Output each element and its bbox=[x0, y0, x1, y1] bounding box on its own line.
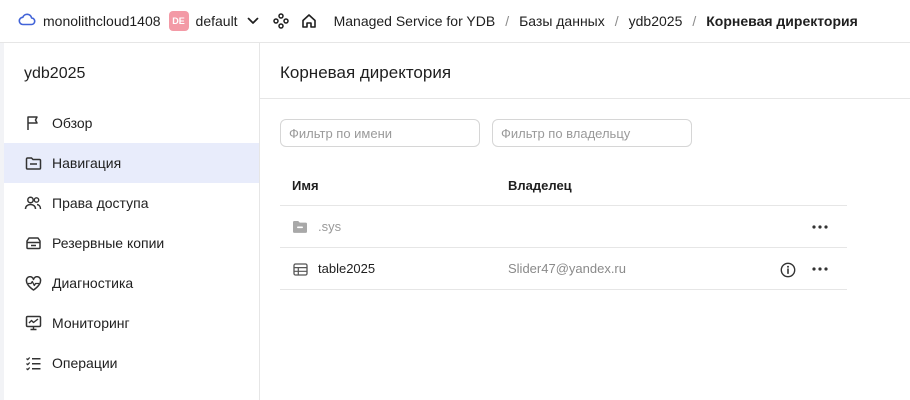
sidebar-nav: Обзор Навигация Права доступа Резервные … bbox=[4, 103, 259, 383]
column-header-name[interactable]: Имя bbox=[292, 178, 319, 193]
folder-badge: DE bbox=[168, 11, 189, 31]
page-title: Корневая директория bbox=[280, 63, 452, 82]
sidebar-item-label: Резервные копии bbox=[52, 235, 165, 251]
breadcrumb-item-databases[interactable]: Базы данных bbox=[519, 13, 605, 29]
sidebar-item-label: Мониторинг bbox=[52, 315, 130, 331]
sidebar-item-monitoring[interactable]: Мониторинг bbox=[4, 303, 259, 343]
filter-name-input[interactable] bbox=[280, 119, 480, 147]
sidebar-item-label: Диагностика bbox=[52, 275, 134, 291]
sidebar-item-label: Обзор bbox=[52, 115, 93, 131]
table-header: Имя Владелец bbox=[280, 165, 847, 206]
sidebar-item-backups[interactable]: Резервные копии bbox=[4, 223, 259, 263]
folder-icon bbox=[24, 154, 42, 172]
filter-owner-input[interactable] bbox=[492, 119, 692, 147]
chevron-down-icon[interactable] bbox=[247, 17, 259, 25]
sidebar-item-overview[interactable]: Обзор bbox=[4, 103, 259, 143]
sidebar-item-label: Права доступа bbox=[52, 195, 149, 211]
flag-icon bbox=[24, 114, 42, 132]
breadcrumb-separator: / bbox=[614, 13, 619, 29]
sidebar-item-navigation[interactable]: Навигация bbox=[4, 143, 259, 183]
breadcrumb-separator: / bbox=[505, 13, 510, 29]
breadcrumb-separator: / bbox=[692, 13, 697, 29]
services-icon[interactable] bbox=[272, 13, 289, 29]
more-actions-icon[interactable] bbox=[811, 219, 829, 235]
row-name: .sys bbox=[318, 219, 342, 234]
breadcrumb: Managed Service for YDB / Базы данных / … bbox=[334, 13, 858, 29]
list-check-icon bbox=[24, 354, 42, 372]
sidebar-item-label: Навигация bbox=[52, 155, 122, 171]
row-owner: Slider47@yandex.ru bbox=[508, 261, 626, 276]
more-actions-icon[interactable] bbox=[811, 261, 829, 277]
top-bar: monolithcloud1408 DE default Managed Ser… bbox=[0, 0, 910, 43]
cloud-icon bbox=[18, 12, 36, 31]
sidebar: ydb2025 Обзор Навигация Права доступа Ре… bbox=[0, 43, 260, 400]
sidebar-item-operations[interactable]: Операции bbox=[4, 343, 259, 383]
folder-name[interactable]: default bbox=[196, 13, 238, 29]
column-header-owner[interactable]: Владелец bbox=[508, 178, 572, 193]
users-icon bbox=[24, 194, 42, 212]
main-content: Корневая директория Имя Владелец .sys ta… bbox=[260, 43, 910, 400]
row-name: table2025 bbox=[318, 261, 376, 276]
info-icon[interactable] bbox=[779, 261, 796, 278]
home-icon[interactable] bbox=[301, 13, 317, 29]
sidebar-item-diagnostics[interactable]: Диагностика bbox=[4, 263, 259, 303]
heart-pulse-icon bbox=[24, 274, 42, 292]
table-icon bbox=[292, 261, 308, 277]
sidebar-item-label: Операции bbox=[52, 355, 118, 371]
cloud-name: monolithcloud1408 bbox=[43, 13, 161, 29]
breadcrumb-item-database[interactable]: ydb2025 bbox=[629, 13, 683, 29]
breadcrumb-item-current: Корневая директория bbox=[706, 13, 858, 29]
sidebar-item-access[interactable]: Права доступа bbox=[4, 183, 259, 223]
breadcrumb-item-service[interactable]: Managed Service for YDB bbox=[334, 13, 496, 29]
folder-icon bbox=[292, 219, 308, 235]
sidebar-title: ydb2025 bbox=[24, 65, 86, 82]
objects-table: Имя Владелец .sys table2025 Slider47@yan… bbox=[280, 165, 847, 290]
monitor-icon bbox=[24, 314, 42, 332]
table-row[interactable]: table2025 Slider47@yandex.ru bbox=[280, 248, 847, 290]
cloud-selector[interactable]: monolithcloud1408 bbox=[18, 12, 161, 31]
backup-icon bbox=[24, 234, 42, 252]
table-row[interactable]: .sys bbox=[280, 206, 847, 248]
divider bbox=[260, 98, 910, 99]
